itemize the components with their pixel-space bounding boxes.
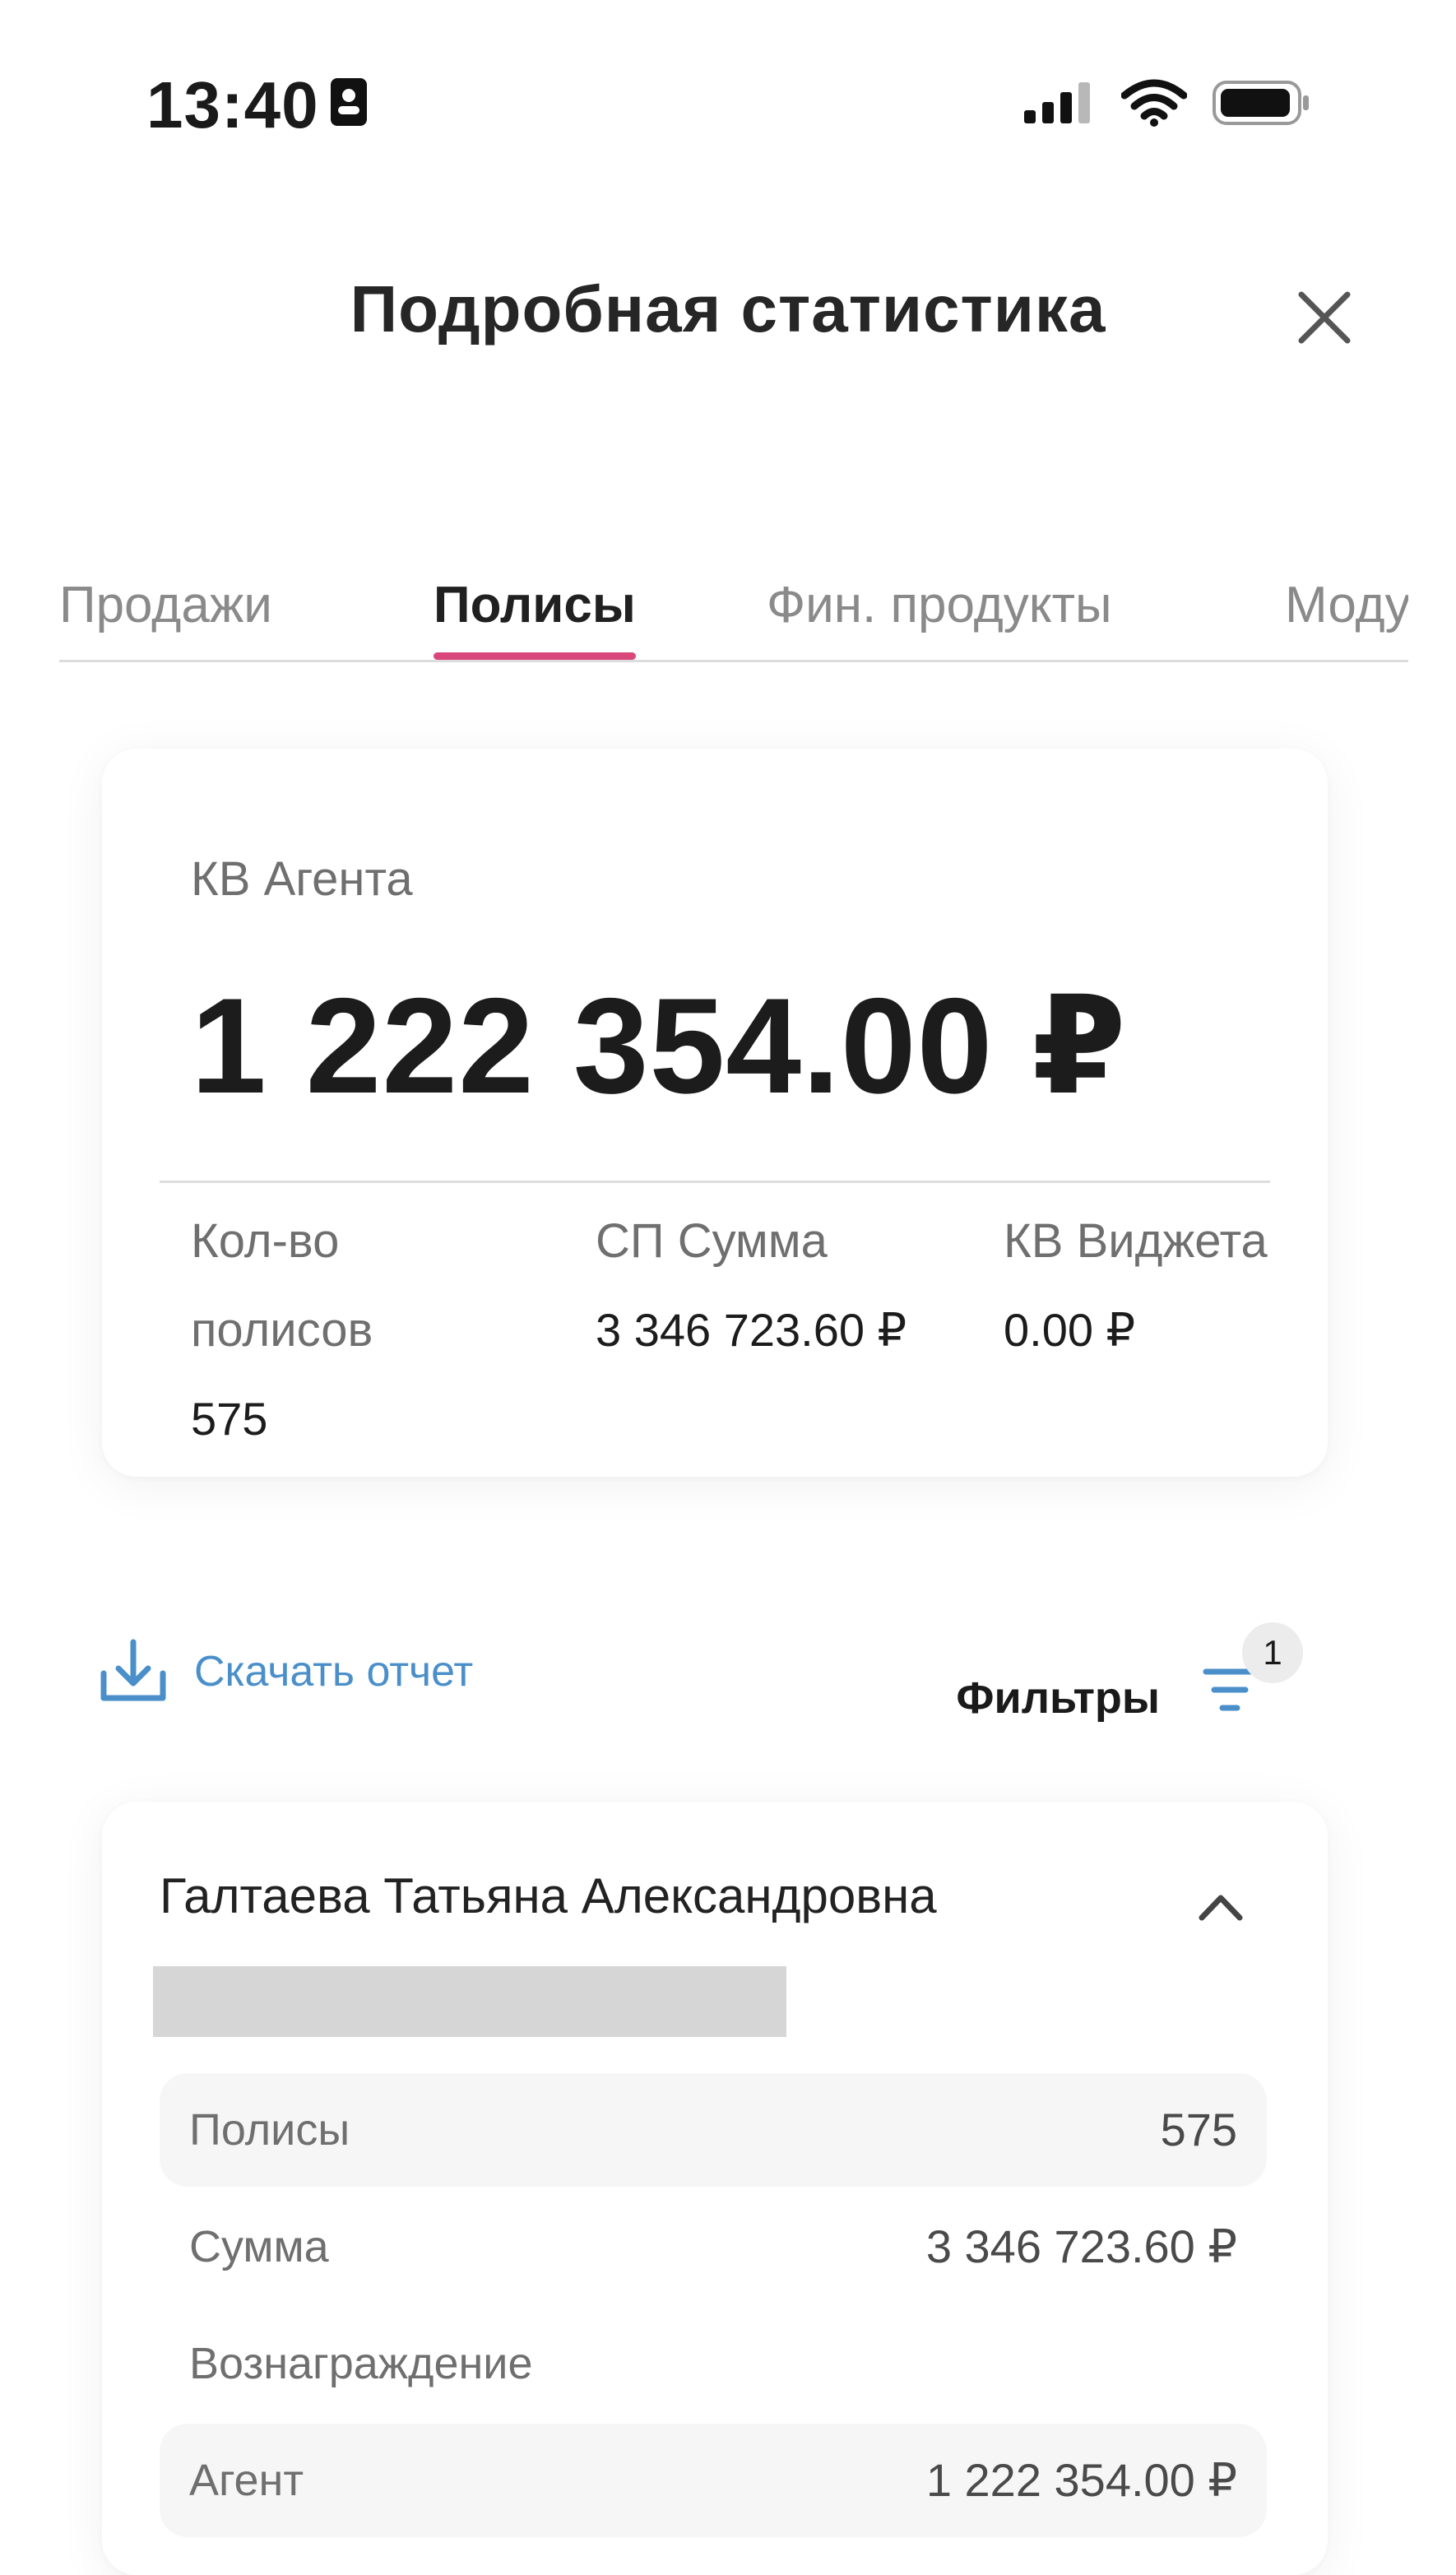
stat-label: КВ Виджета — [1004, 1214, 1268, 1268]
close-icon — [1298, 291, 1351, 344]
stat-policies-count: Кол-во полисов 575 — [191, 1197, 373, 1464]
filters-label: Фильтры — [956, 1673, 1160, 1723]
detail-value: 1 222 354.00 ₽ — [925, 2454, 1237, 2506]
summary-card: КВ Агента 1 222 354.00 ₽ Кол-во полисов … — [102, 749, 1328, 1477]
actions-row: Скачать отчет Фильтры 1 — [99, 1612, 1303, 1736]
detail-value: 575 — [1160, 2104, 1237, 2155]
redacted-block — [153, 1966, 786, 2037]
header: Подробная статистика — [0, 271, 1456, 378]
detail-label: Вознаграждение — [189, 2339, 533, 2388]
battery-icon — [1212, 80, 1312, 130]
filters-button[interactable]: Фильтры 1 — [956, 1612, 1303, 1728]
detail-label: Агент — [189, 2456, 304, 2505]
agent-card: Галтаева Татьяна Александровна Полисы 57… — [102, 1802, 1328, 2575]
cellular-signal-icon — [1022, 81, 1097, 129]
stat-label: СП Сумма — [596, 1214, 828, 1268]
close-button[interactable] — [1293, 286, 1356, 349]
tab-policies[interactable]: Полисы — [434, 576, 636, 660]
stat-label: Кол-во — [191, 1214, 340, 1268]
divider — [160, 1181, 1270, 1183]
tab-modules[interactable]: Моду — [1285, 576, 1408, 658]
wifi-icon — [1120, 79, 1188, 131]
stat-kv-widget: КВ Виджета 0.00 ₽ — [1004, 1197, 1268, 1375]
detail-value: 3 346 723.60 ₽ — [925, 2220, 1237, 2272]
status-icons — [1022, 79, 1312, 131]
detail-label: Сумма — [189, 2222, 329, 2271]
detail-row-reward-header: Вознаграждение — [160, 2307, 1267, 2420]
agent-name: Галтаева Татьяна Александровна — [160, 1868, 937, 1923]
download-report-button[interactable]: Скачать отчет — [99, 1637, 473, 1706]
detail-row-sum: Сумма 3 346 723.60 ₽ — [160, 2190, 1267, 2304]
stat-value: 3 346 723.60 ₽ — [596, 1304, 907, 1356]
status-bar: 13:40 — [0, 0, 1456, 165]
stat-sp-sum: СП Сумма 3 346 723.60 ₽ — [596, 1197, 907, 1375]
filters-count-badge: 1 — [1242, 1622, 1303, 1683]
chevron-up-icon — [1199, 1895, 1243, 1921]
filter-icon-wrap: 1 — [1201, 1612, 1303, 1728]
tab-fin-products[interactable]: Фин. продукты — [767, 576, 1112, 658]
kv-agent-label: КВ Агента — [191, 852, 413, 906]
tab-sales[interactable]: Продажи — [59, 576, 272, 658]
collapse-button[interactable] — [1192, 1880, 1250, 1937]
kv-agent-value: 1 222 354.00 ₽ — [191, 970, 1128, 1121]
download-icon — [100, 1639, 166, 1701]
status-time-text: 13:40 — [146, 68, 319, 142]
detail-row-agent: Агент 1 222 354.00 ₽ — [160, 2424, 1267, 2537]
detail-label: Полисы — [189, 2105, 350, 2155]
stat-label: полисов — [191, 1303, 373, 1357]
detail-row-policies: Полисы 575 — [160, 2073, 1267, 2187]
stat-value: 0.00 ₽ — [1004, 1304, 1136, 1356]
download-report-label: Скачать отчет — [194, 1648, 474, 1696]
page-title: Подробная статистика — [350, 272, 1106, 346]
status-time: 13:40 — [146, 67, 369, 143]
tab-bar: Продажи Полисы Фин. продукты Моду — [59, 568, 1408, 662]
person-card-icon — [329, 67, 369, 143]
stat-value: 575 — [191, 1393, 268, 1445]
